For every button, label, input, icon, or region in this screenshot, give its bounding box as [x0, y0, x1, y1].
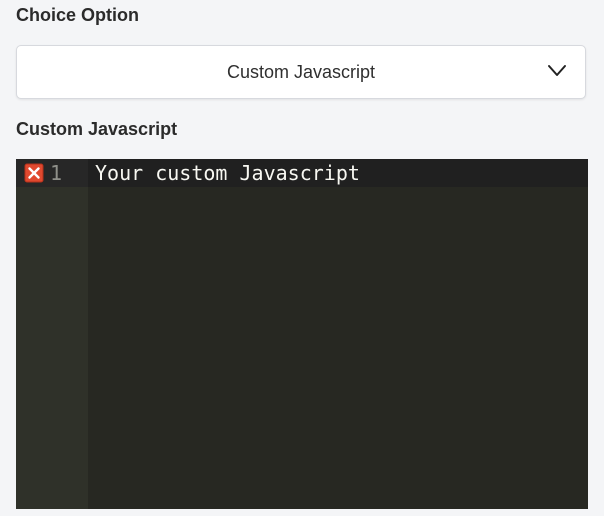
form-panel: Choice Option Custom Javascript Custom J…	[0, 0, 604, 516]
code-line[interactable]: Your custom Javascript	[95, 159, 360, 187]
code-editor[interactable]: 1 Your custom Javascript	[16, 159, 588, 509]
custom-javascript-label: Custom Javascript	[16, 119, 178, 139]
choice-option-label: Choice Option	[16, 5, 139, 25]
choice-option-selected-value: Custom Javascript	[226, 62, 376, 82]
choice-option-dropdown[interactable]: Custom Javascript	[16, 45, 586, 99]
chevron-down-icon	[548, 65, 566, 76]
error-icon[interactable]	[24, 163, 44, 183]
editor-gutter	[16, 159, 88, 509]
line-number: 1	[50, 161, 63, 185]
